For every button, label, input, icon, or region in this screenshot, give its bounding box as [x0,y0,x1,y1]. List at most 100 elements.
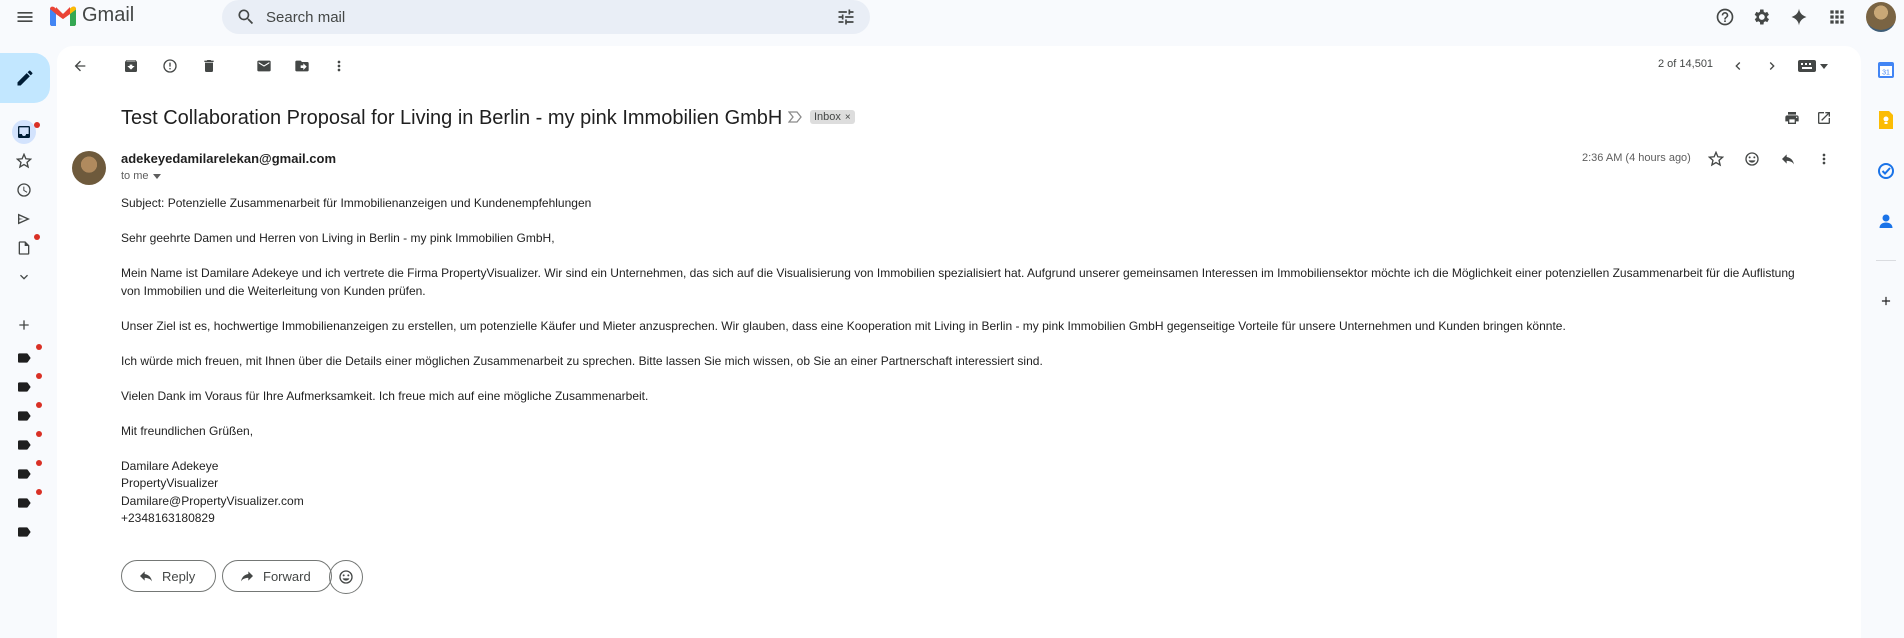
move-to-button[interactable] [290,54,314,78]
forward-button[interactable]: Forward [222,560,332,592]
more-vert-icon [337,60,341,72]
mark-unread-button[interactable] [252,54,276,78]
archive-button[interactable] [119,54,143,78]
notification-dot [36,460,42,466]
keep-app-button[interactable] [1876,110,1896,130]
clock-icon [17,183,31,197]
keyboard-icon [1798,60,1816,72]
importance-marker-icon[interactable] [788,111,802,123]
body-paragraph: Vielen Dank im Voraus für Ihre Aufmerksa… [121,388,649,403]
back-button[interactable] [68,54,92,78]
print-icon [1785,112,1799,124]
sidebar-label-3[interactable] [12,402,42,428]
notification-dot [34,234,40,240]
email-subject: Test Collaboration Proposal for Living i… [121,107,783,129]
recipient-details[interactable]: to me [121,170,161,182]
more-actions-button[interactable] [327,54,351,78]
search-options-icon[interactable] [836,7,856,27]
sender-avatar[interactable] [72,151,106,185]
emoji-reaction-button[interactable] [329,560,363,594]
gmail-m-icon [50,6,76,26]
remove-label-icon[interactable]: × [845,112,851,123]
inbox-label-chip[interactable]: Inbox × [810,110,855,124]
sidebar-label-5[interactable] [12,460,42,486]
sidebar-item-inbox[interactable] [12,120,40,144]
sidebar-item-snoozed[interactable] [12,178,36,202]
label-icon [18,353,31,363]
search-icon[interactable] [236,7,256,27]
folder-move-icon [295,60,309,72]
side-panel-divider [1876,260,1896,261]
sidebar-label-4[interactable] [12,431,42,457]
message-more-button[interactable] [1812,147,1836,171]
plus-icon [1881,296,1891,306]
recipient-text: to me [121,170,149,182]
plus-icon [19,320,29,330]
body-paragraph: Unser Ziel ist es, hochwertige Immobilie… [121,318,1566,333]
reply-icon [140,571,152,582]
body-paragraph: Mit freundlichen Grüßen, [121,423,254,438]
get-addons-button[interactable] [1876,291,1896,311]
body-paragraph: Ich würde mich freuen, mit Ihnen über di… [121,353,1043,368]
more-vert-icon [1822,153,1826,165]
print-all-button[interactable] [1780,106,1804,130]
newer-button[interactable] [1726,54,1750,78]
signature-block: Damilare Adekeye PropertyVisualizer Dami… [121,458,1801,528]
email-timestamp: 2:36 AM (4 hours ago) [1582,152,1691,164]
trash-icon [204,60,214,72]
label-icon [18,527,31,537]
delete-button[interactable] [197,54,221,78]
email-body: Subject: Potenzielle Zusammenarbeit für … [121,195,1801,528]
subject-extras: Inbox × [788,110,855,124]
star-button[interactable] [1704,147,1728,171]
contacts-app-button[interactable] [1876,211,1896,231]
star-outline-icon [1708,151,1724,167]
create-label-button[interactable] [12,313,36,337]
sidebar-item-drafts[interactable] [12,234,40,260]
open-new-window-button[interactable] [1812,106,1836,130]
sparkle-icon [1791,8,1807,26]
account-avatar[interactable] [1866,2,1896,32]
svg-text:31: 31 [1882,70,1890,77]
reply-button-label: Reply [162,568,196,584]
calendar-app-button[interactable]: 31 [1876,60,1896,80]
notification-dot [36,373,42,379]
settings-button[interactable] [1746,2,1776,32]
contacts-icon [1879,214,1893,228]
send-icon [18,213,30,225]
sidebar-label-6[interactable] [12,489,42,515]
sidebar-label-1[interactable] [12,344,42,370]
reply-icon [1782,154,1794,165]
apps-button[interactable] [1822,2,1852,32]
sidebar-item-starred[interactable] [12,149,36,173]
mail-unread-icon [257,60,271,72]
older-button[interactable] [1760,54,1784,78]
gmail-logo[interactable]: Gmail [50,4,134,27]
app-name: Gmail [82,4,135,26]
sidebar-label-7[interactable] [12,520,36,544]
search-input[interactable] [266,8,806,26]
apps-grid-icon [1830,10,1844,24]
support-button[interactable] [1710,2,1740,32]
input-tools-button[interactable] [1798,60,1828,72]
notification-dot [36,402,42,408]
reply-icon-button[interactable] [1776,147,1800,171]
sidebar-item-sent[interactable] [12,207,36,231]
compose-button[interactable] [0,53,50,103]
sender-email[interactable]: adekeyedamilarelekan@gmail.com [121,151,336,166]
add-reaction-button[interactable] [1740,147,1764,171]
report-spam-button[interactable] [158,54,182,78]
sidebar-item-more[interactable] [12,265,36,289]
search-bar[interactable] [222,0,870,34]
emoji-icon [339,570,353,584]
inbox-label-text: Inbox [814,111,841,123]
notification-dot [34,122,40,128]
main-menu-button[interactable] [10,2,40,32]
signature-name: Damilare Adekeye [121,458,219,473]
label-icon [18,411,31,421]
gear-icon [1754,9,1769,25]
tasks-app-button[interactable] [1876,161,1896,181]
reply-button[interactable]: Reply [121,560,217,592]
sidebar-label-2[interactable] [12,373,42,399]
gemini-button[interactable] [1784,2,1814,32]
